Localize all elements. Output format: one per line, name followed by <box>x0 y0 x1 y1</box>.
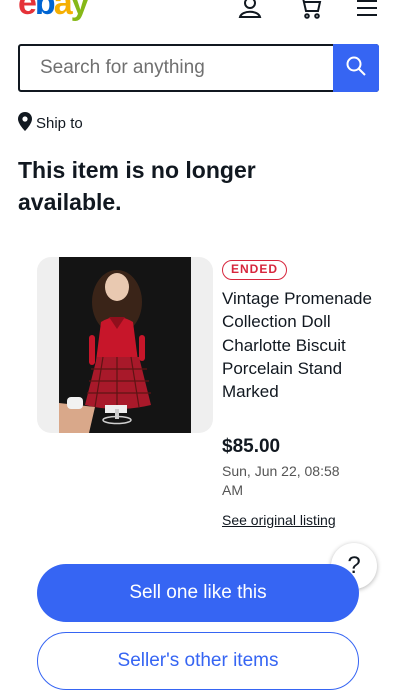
ship-to[interactable]: Ship to <box>18 112 83 135</box>
listing-title[interactable]: Vintage Promenade Collection Doll Charlo… <box>222 287 382 403</box>
sellers-other-items-button[interactable]: Seller's other items <box>37 632 359 690</box>
search-button[interactable] <box>333 44 379 92</box>
search-icon <box>346 56 366 81</box>
see-original-listing-link[interactable]: See original listing <box>222 512 336 528</box>
page-title: This item is no longer available. <box>18 157 256 215</box>
account-icon[interactable] <box>236 0 264 20</box>
logo-letter-y: y <box>70 0 90 22</box>
sell-one-like-this-button[interactable]: Sell one like this <box>37 564 359 622</box>
cart-icon[interactable] <box>296 0 324 20</box>
search-input[interactable] <box>20 46 333 90</box>
logo-letter-a: a <box>53 0 73 22</box>
location-pin-icon <box>18 112 32 135</box>
logo-letter-e: e <box>18 0 37 22</box>
search-bar <box>18 44 379 92</box>
menu-icon[interactable] <box>353 0 381 20</box>
ship-to-label: Ship to <box>36 115 83 132</box>
top-bar: ebay <box>0 0 396 26</box>
ebay-logo[interactable]: ebay <box>18 0 90 22</box>
listing-price: $85.00 <box>222 436 281 457</box>
listing-image[interactable] <box>37 257 213 433</box>
status-badge: ENDED <box>222 260 288 280</box>
doll-photo <box>59 257 191 433</box>
logo-letter-b: b <box>34 0 56 22</box>
end-date: Sun, Jun 22, 08:58 AM <box>222 463 340 498</box>
